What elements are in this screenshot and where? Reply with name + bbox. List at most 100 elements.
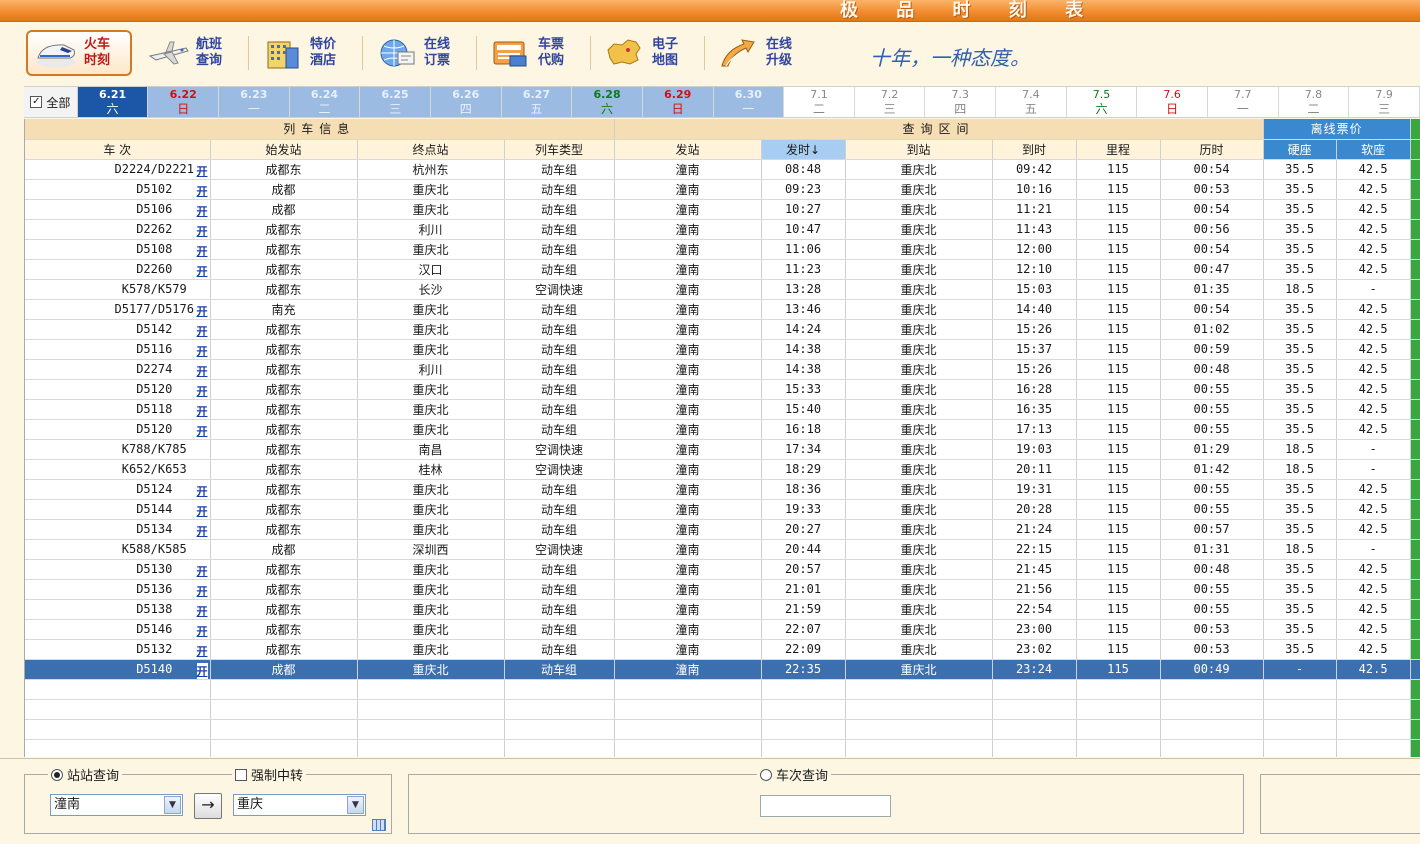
header-origin[interactable]: 始发站 (210, 139, 358, 160)
open-link[interactable]: 开 (197, 483, 208, 499)
table-row[interactable]: D2274 开成都东 利川 动车组 潼南 14:38 重庆北 15:26 115 00:48 35.… (25, 359, 1420, 380)
date-tab[interactable]: 7.6 日 (1137, 87, 1208, 117)
table-row[interactable]: D5144 开成都东 重庆北 动车组 潼南 19:33 重庆北 20:28 115 00:55 35… (25, 499, 1420, 520)
header-arrive-station[interactable]: 到站 (845, 139, 993, 160)
header-hard-seat[interactable]: 硬座 (1263, 139, 1337, 160)
date-tab[interactable]: 7.9 三 (1349, 87, 1420, 117)
header-depart-time[interactable]: 发时↓ (761, 139, 846, 160)
date-tab[interactable]: 7.2 三 (854, 87, 926, 117)
table-row[interactable]: K788/K785 成都东 南昌 空调快速 潼南 17:34 重庆北 19:03 115 01:2… (25, 439, 1420, 460)
swap-go-button[interactable]: → (194, 793, 222, 819)
table-row[interactable]: D5142 开成都东 重庆北 动车组 潼南 14:24 重庆北 15:26 115 01:02 35… (25, 319, 1420, 340)
date-tab[interactable]: 6.23 一 (219, 87, 290, 117)
header-soft-seat[interactable]: 软座 (1336, 139, 1411, 160)
open-link[interactable]: 开 (197, 583, 208, 599)
table-row[interactable]: K578/K579 成都东 长沙 空调快速 潼南 13:28 重庆北 15:03 115 01:3… (25, 279, 1420, 300)
table-row[interactable]: D5136 开成都东 重庆北 动车组 潼南 21:01 重庆北 21:56 115 00:55 35… (25, 579, 1420, 600)
date-tab[interactable]: 7.7 一 (1207, 87, 1279, 117)
date-tab[interactable]: 7.3 四 (925, 87, 997, 117)
station-query-radio[interactable]: 站站查询 (48, 765, 123, 784)
date-tab[interactable]: 6.26 四 (430, 87, 502, 117)
table-row[interactable]: D5108 开成都东 重庆北 动车组 潼南 11:06 重庆北 12:00 115 00:54 35… (25, 239, 1420, 260)
table-row[interactable]: D2260 开成都东 汉口 动车组 潼南 11:23 重庆北 12:10 115 00:47 35.… (25, 259, 1420, 280)
table-row[interactable]: D5120 开成都东 重庆北 动车组 潼南 16:18 重庆北 17:13 115 00:55 35… (25, 419, 1420, 440)
header-arrive-time[interactable]: 到时 (992, 139, 1077, 160)
date-tab[interactable]: 6.25 三 (360, 87, 431, 117)
from-station-select[interactable]: 潼南 ▼ (50, 794, 183, 816)
date-tab[interactable]: 6.22 日 (148, 87, 220, 117)
date-tab[interactable]: 6.29 日 (642, 87, 714, 117)
date-tab[interactable]: 7.5 六 (1066, 87, 1138, 117)
date-tab[interactable]: 7.8 二 (1278, 87, 1350, 117)
header-terminal[interactable]: 终点站 (357, 139, 505, 160)
table-row[interactable]: D5177/D5176 开南充 重庆北 动车组 潼南 13:46 重庆北 14:40 115 00… (25, 299, 1420, 320)
table-row[interactable]: K652/K653 成都东 桂林 空调快速 潼南 18:29 重庆北 20:11 115 01:4… (25, 459, 1420, 480)
arrive-time-cell: 11:43 (992, 219, 1077, 240)
force-transfer-checkbox[interactable]: 强制中转 (232, 765, 307, 784)
date-tab[interactable]: 7.1 二 (784, 87, 855, 117)
table-row[interactable]: D5134 开成都东 重庆北 动车组 潼南 20:27 重庆北 21:24 115 00:57 35… (25, 519, 1420, 540)
table-row[interactable]: D5138 开成都东 重庆北 动车组 潼南 21:59 重庆北 22:54 115 00:55 35… (25, 599, 1420, 620)
online-upgrade-button[interactable]: 在线 升级 (710, 30, 816, 76)
table-row[interactable]: D2262 开成都东 利川 动车组 潼南 10:47 重庆北 11:43 115 00:56 35.… (25, 219, 1420, 240)
date-tab[interactable]: 6.30 一 (713, 87, 785, 117)
open-link[interactable]: 开 (197, 163, 208, 179)
train-no-cell: D5120 开 (25, 379, 211, 400)
soft-seat-cell: 42.5 (1336, 319, 1411, 340)
date-tab[interactable]: 6.28 六 (572, 87, 643, 117)
table-row[interactable]: D5118 开成都东 重庆北 动车组 潼南 15:40 重庆北 16:35 115 00:55 35… (25, 399, 1420, 420)
header-train-type[interactable]: 列车类型 (504, 139, 615, 160)
train-number-input[interactable] (760, 795, 891, 817)
open-link[interactable]: 开 (197, 603, 208, 619)
open-link[interactable]: 开 (197, 243, 208, 259)
open-link[interactable]: 开 (197, 383, 208, 399)
open-link[interactable]: 开 (197, 363, 208, 379)
open-link[interactable]: 开 (197, 223, 208, 239)
table-row[interactable]: D5106 开成都 重庆北 动车组 潼南 10:27 重庆北 11:21 115 00:54 35.… (25, 199, 1420, 220)
open-link[interactable]: 开 (196, 662, 208, 678)
table-row[interactable]: D5116 开成都东 重庆北 动车组 潼南 14:38 重庆北 15:37 115 00:59 35… (25, 339, 1420, 360)
train-schedule-button[interactable]: 火车 时刻 (26, 30, 132, 76)
table-row[interactable]: D5140 开成都 重庆北 动车组 潼南 22:35 重庆北 23:24 115 00:49-42… (25, 659, 1420, 680)
header-distance[interactable]: 里程 (1076, 139, 1161, 160)
date-tab[interactable]: 6.27 五 (501, 87, 573, 117)
table-row[interactable]: D2224/D2221 开成都东 杭州东 动车组 潼南 08:48 重庆北 09:42 115 0… (25, 159, 1420, 180)
open-link[interactable]: 开 (197, 203, 208, 219)
date-tab[interactable]: 6.24 二 (289, 87, 361, 117)
header-depart-station[interactable]: 发站 (614, 139, 762, 160)
ticket-purchase-button[interactable]: 车票 代购 (482, 30, 588, 76)
chevron-down-icon[interactable]: ▼ (164, 796, 181, 814)
chevron-down-icon[interactable]: ▼ (347, 796, 364, 814)
e-map-button[interactable]: 电子 地图 (596, 30, 702, 76)
open-link[interactable]: 开 (197, 563, 208, 579)
date-tab[interactable]: 7.4 五 (996, 87, 1067, 117)
to-station-select[interactable]: 重庆 ▼ (233, 794, 366, 816)
table-row[interactable]: D5146 开成都东 重庆北 动车组 潼南 22:07 重庆北 23:00 115 00:53 35… (25, 619, 1420, 640)
table-row[interactable]: D5120 开成都东 重庆北 动车组 潼南 15:33 重庆北 16:28 115 00:55 35… (25, 379, 1420, 400)
open-link[interactable]: 开 (197, 403, 208, 419)
table-row[interactable]: K588/K585 成都 深圳西 空调快速 潼南 20:44 重庆北 22:15 115 01:3… (25, 539, 1420, 560)
open-link[interactable]: 开 (197, 303, 208, 319)
flight-query-button[interactable]: 航班 查询 (140, 30, 246, 76)
online-booking-button[interactable]: 在线 订票 (368, 30, 474, 76)
table-row[interactable]: D5102 开成都 重庆北 动车组 潼南 09:23 重庆北 10:16 115 00:53 35.… (25, 179, 1420, 200)
train-query-radio[interactable]: 车次查询 (757, 765, 832, 784)
station-list-icon[interactable] (372, 819, 386, 831)
open-link[interactable]: 开 (197, 523, 208, 539)
open-link[interactable]: 开 (197, 503, 208, 519)
table-row[interactable]: D5130 开成都东 重庆北 动车组 潼南 20:57 重庆北 21:45 115 00:48 35… (25, 559, 1420, 580)
hotel-deals-button[interactable]: 特价 酒店 (254, 30, 360, 76)
open-link[interactable]: 开 (197, 343, 208, 359)
date-tab[interactable]: 6.21 六 (77, 87, 149, 117)
all-dates-checkbox[interactable]: ✓ 全部 (24, 87, 78, 117)
open-link[interactable]: 开 (197, 323, 208, 339)
open-link[interactable]: 开 (197, 183, 208, 199)
header-duration[interactable]: 历时 (1160, 139, 1264, 160)
table-row[interactable]: D5132 开成都东 重庆北 动车组 潼南 22:09 重庆北 23:02 115 00:53 35… (25, 639, 1420, 660)
open-link[interactable]: 开 (197, 643, 208, 659)
open-link[interactable]: 开 (197, 623, 208, 639)
open-link[interactable]: 开 (197, 263, 208, 279)
table-row[interactable]: D5124 开成都东 重庆北 动车组 潼南 18:36 重庆北 19:31 115 00:55 35… (25, 479, 1420, 500)
open-link[interactable]: 开 (197, 423, 208, 439)
header-train-no[interactable]: 车 次 (25, 139, 211, 160)
